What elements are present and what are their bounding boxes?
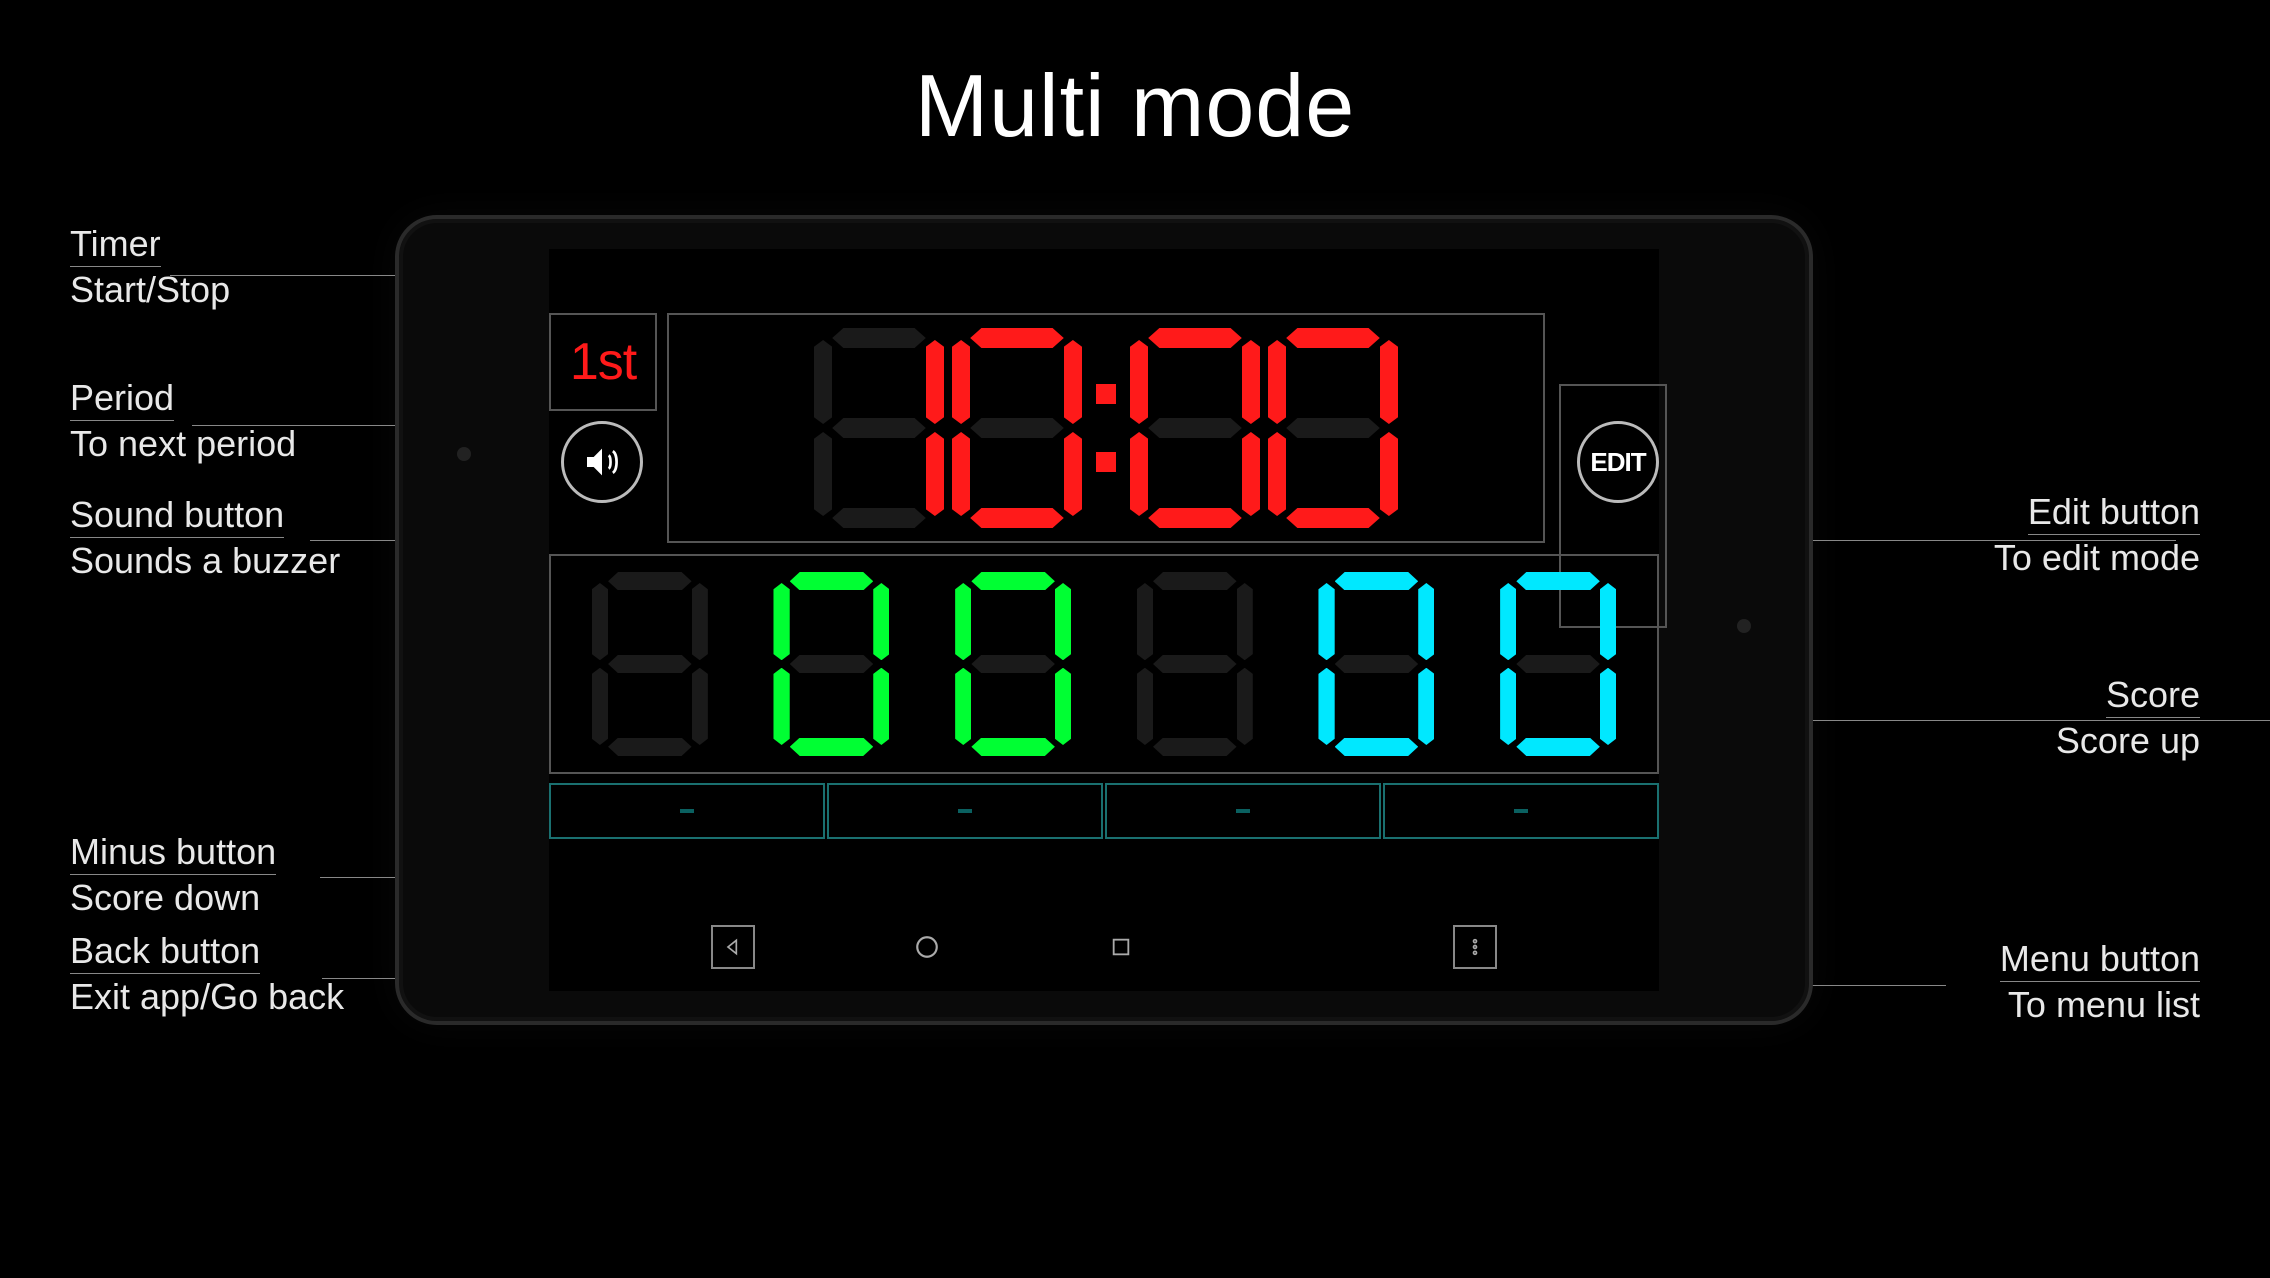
anno-menu: Menu button To menu list bbox=[2000, 940, 2200, 1024]
speaker-icon bbox=[582, 442, 622, 482]
sensor-dot-icon bbox=[1737, 619, 1751, 633]
anno-timer: Timer Start/Stop bbox=[70, 225, 230, 309]
edit-label: EDIT bbox=[1590, 447, 1645, 478]
minus-button[interactable] bbox=[1105, 783, 1381, 839]
page-title: Multi mode bbox=[915, 55, 1355, 157]
minus-row bbox=[549, 783, 1659, 839]
period-label: 1st bbox=[570, 332, 636, 392]
anno-sound: Sound button Sounds a buzzer bbox=[70, 496, 340, 580]
edit-button[interactable]: EDIT bbox=[1577, 421, 1659, 503]
anno-back: Back button Exit app/Go back bbox=[70, 932, 344, 1016]
sound-button[interactable] bbox=[561, 421, 643, 503]
screen: 1st EDIT bbox=[549, 249, 1659, 991]
recents-button[interactable] bbox=[1099, 925, 1143, 969]
square-recents-icon bbox=[1110, 936, 1132, 958]
android-navbar bbox=[549, 921, 1659, 973]
minus-button[interactable] bbox=[1383, 783, 1659, 839]
tablet-frame: 1st EDIT bbox=[395, 215, 1813, 1025]
dots-menu-icon bbox=[1465, 937, 1485, 957]
triangle-back-icon bbox=[723, 937, 743, 957]
anno-period: Period To next period bbox=[70, 379, 296, 463]
minus-button[interactable] bbox=[827, 783, 1103, 839]
period-button[interactable]: 1st bbox=[549, 313, 657, 411]
circle-home-icon bbox=[914, 934, 940, 960]
minus-button[interactable] bbox=[549, 783, 825, 839]
anno-score: Score Score up bbox=[2056, 676, 2200, 760]
anno-minus: Minus button Score down bbox=[70, 833, 276, 917]
camera-dot-icon bbox=[457, 447, 471, 461]
anno-edit: Edit button To edit mode bbox=[1994, 493, 2200, 577]
menu-button[interactable] bbox=[1453, 925, 1497, 969]
back-button[interactable] bbox=[711, 925, 755, 969]
score-display[interactable] bbox=[549, 554, 1659, 774]
timer-display[interactable] bbox=[667, 313, 1545, 543]
home-button[interactable] bbox=[905, 925, 949, 969]
